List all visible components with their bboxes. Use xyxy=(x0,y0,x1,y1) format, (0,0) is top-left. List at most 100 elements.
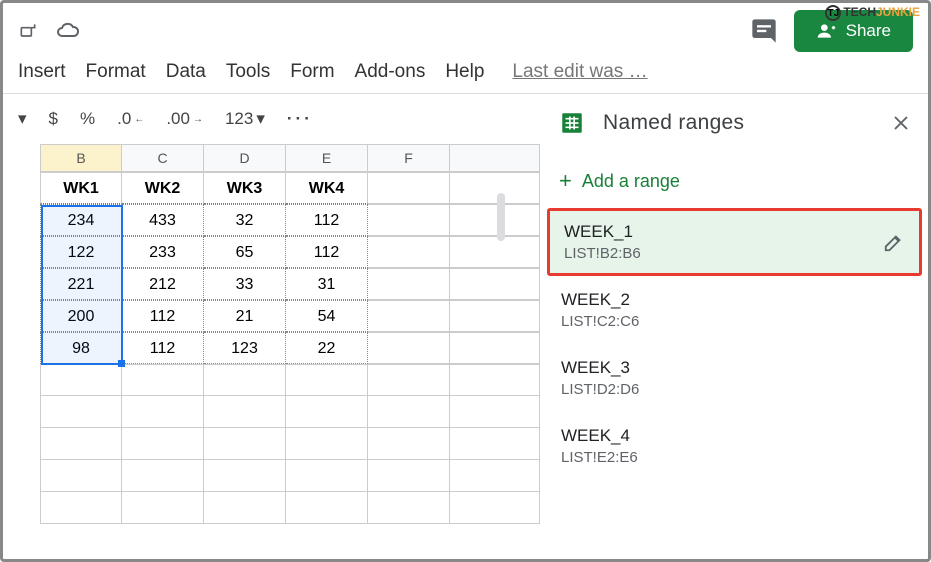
empty-cell[interactable] xyxy=(286,364,368,396)
cell[interactable]: 200 xyxy=(40,300,122,332)
empty-cell[interactable] xyxy=(450,204,540,236)
col-header-d[interactable]: D xyxy=(204,144,286,172)
empty-cell[interactable] xyxy=(40,396,122,428)
toolbar-dropdown-icon[interactable]: ▾ xyxy=(18,109,27,129)
menu-addons[interactable]: Add-ons xyxy=(355,61,426,83)
col-header-g[interactable] xyxy=(450,144,540,172)
menu-tools[interactable]: Tools xyxy=(226,61,270,83)
named-range-item[interactable]: WEEK_3 LIST!D2:D6 xyxy=(541,344,928,412)
more-formats[interactable]: 123 ▾ xyxy=(225,109,265,129)
cell[interactable]: 212 xyxy=(122,268,204,300)
header-cell[interactable]: WK4 xyxy=(286,172,368,204)
cell[interactable]: 54 xyxy=(286,300,368,332)
empty-cell[interactable] xyxy=(450,460,540,492)
toolbar-more-icon[interactable]: ··· xyxy=(287,109,313,129)
empty-cell[interactable] xyxy=(450,396,540,428)
cell[interactable]: 112 xyxy=(122,332,204,364)
col-header-f[interactable]: F xyxy=(368,144,450,172)
menu-insert[interactable]: Insert xyxy=(18,61,66,83)
cell[interactable]: 33 xyxy=(204,268,286,300)
empty-cell[interactable] xyxy=(368,300,450,332)
empty-cell[interactable] xyxy=(40,460,122,492)
named-range-item[interactable]: WEEK_2 LIST!C2:C6 xyxy=(541,276,928,344)
empty-cell[interactable] xyxy=(368,332,450,364)
empty-cell[interactable] xyxy=(368,364,450,396)
empty-cell[interactable] xyxy=(450,300,540,332)
empty-cell[interactable] xyxy=(40,364,122,396)
empty-cell[interactable] xyxy=(368,204,450,236)
empty-cell[interactable] xyxy=(368,492,450,524)
empty-cell[interactable] xyxy=(286,396,368,428)
col-header-c[interactable]: C xyxy=(122,144,204,172)
empty-cell[interactable] xyxy=(122,364,204,396)
last-edit-link[interactable]: Last edit was … xyxy=(512,61,647,83)
cell[interactable]: 433 xyxy=(122,204,204,236)
scrollbar[interactable] xyxy=(497,193,505,241)
comment-icon[interactable] xyxy=(750,17,778,45)
empty-cell[interactable] xyxy=(450,236,540,268)
empty-cell[interactable] xyxy=(40,492,122,524)
col-header-e[interactable]: E xyxy=(286,144,368,172)
cell[interactable]: 31 xyxy=(286,268,368,300)
empty-cell[interactable] xyxy=(368,396,450,428)
cell[interactable]: 22 xyxy=(286,332,368,364)
cell[interactable]: 112 xyxy=(286,204,368,236)
empty-cell[interactable] xyxy=(450,172,540,204)
menu-form[interactable]: Form xyxy=(290,61,334,83)
empty-cell[interactable] xyxy=(368,428,450,460)
cell[interactable]: 98 xyxy=(40,332,122,364)
currency-format[interactable]: $ xyxy=(49,109,58,129)
empty-cell[interactable] xyxy=(450,492,540,524)
empty-cell[interactable] xyxy=(204,364,286,396)
menu-data[interactable]: Data xyxy=(166,61,206,83)
empty-cell[interactable] xyxy=(122,428,204,460)
cell[interactable]: 112 xyxy=(286,236,368,268)
empty-cell[interactable] xyxy=(204,428,286,460)
empty-cell[interactable] xyxy=(286,428,368,460)
empty-cell[interactable] xyxy=(368,460,450,492)
col-header-b[interactable]: B xyxy=(40,144,122,172)
cell[interactable]: 32 xyxy=(204,204,286,236)
header-cell[interactable]: WK1 xyxy=(40,172,122,204)
empty-cell[interactable] xyxy=(40,428,122,460)
header-cell[interactable]: WK3 xyxy=(204,172,286,204)
named-range-item-selected[interactable]: WEEK_1 LIST!B2:B6 xyxy=(547,208,922,276)
empty-cell[interactable] xyxy=(368,236,450,268)
star-icon[interactable] xyxy=(18,21,38,41)
header-cell[interactable]: WK2 xyxy=(122,172,204,204)
empty-cell[interactable] xyxy=(286,492,368,524)
named-range-item[interactable]: WEEK_4 LIST!E2:E6 xyxy=(541,412,928,480)
empty-cell[interactable] xyxy=(450,332,540,364)
percent-format[interactable]: % xyxy=(80,109,95,129)
cell[interactable]: 221 xyxy=(40,268,122,300)
cloud-icon[interactable] xyxy=(56,21,80,41)
empty-cell[interactable] xyxy=(122,396,204,428)
menu-format[interactable]: Format xyxy=(86,61,146,83)
increase-decimal[interactable]: .00→ xyxy=(166,109,203,129)
edit-icon[interactable] xyxy=(883,231,905,253)
cell[interactable]: 112 xyxy=(122,300,204,332)
empty-cell[interactable] xyxy=(450,268,540,300)
empty-cell[interactable] xyxy=(368,268,450,300)
empty-cell[interactable] xyxy=(450,364,540,396)
empty-cell[interactable] xyxy=(286,460,368,492)
cell[interactable]: 122 xyxy=(40,236,122,268)
empty-cell[interactable] xyxy=(122,460,204,492)
cell[interactable]: 234 xyxy=(40,204,122,236)
close-icon[interactable] xyxy=(892,114,910,132)
cell[interactable]: 21 xyxy=(204,300,286,332)
empty-cell[interactable] xyxy=(122,492,204,524)
empty-cell[interactable] xyxy=(450,428,540,460)
empty-cell[interactable] xyxy=(368,172,450,204)
empty-cell[interactable] xyxy=(204,460,286,492)
menu-help[interactable]: Help xyxy=(445,61,484,83)
spreadsheet-grid[interactable]: B C D E F WK1 WK2 WK3 WK4 234 433 32 112… xyxy=(3,144,540,545)
add-range-button[interactable]: + Add a range xyxy=(541,148,928,208)
cell[interactable]: 123 xyxy=(204,332,286,364)
range-ref: LIST!E2:E6 xyxy=(561,449,638,466)
empty-cell[interactable] xyxy=(204,492,286,524)
decrease-decimal[interactable]: .0← xyxy=(117,109,144,129)
cell[interactable]: 233 xyxy=(122,236,204,268)
cell[interactable]: 65 xyxy=(204,236,286,268)
empty-cell[interactable] xyxy=(204,396,286,428)
